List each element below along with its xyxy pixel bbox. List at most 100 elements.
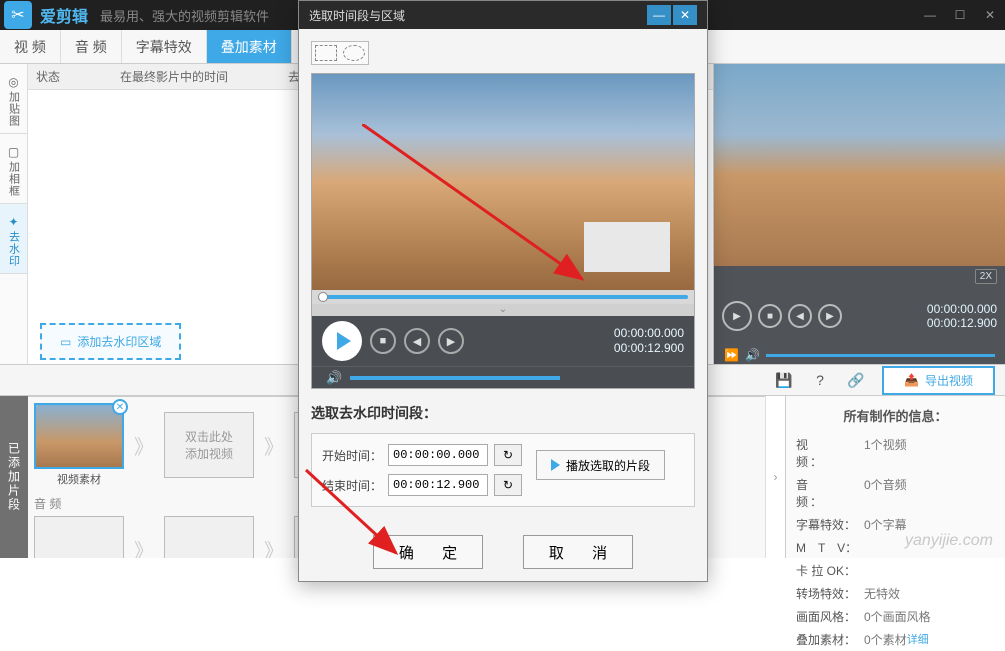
share-icon[interactable]: 🔗 — [846, 370, 866, 390]
fast-forward-icon[interactable]: ⏩ — [724, 348, 739, 362]
info-key: 画面风格： — [796, 608, 864, 625]
watermark-region-handle[interactable] — [584, 222, 670, 272]
clip-remove-button[interactable]: ✕ — [112, 399, 128, 415]
audio-clip-empty[interactable] — [164, 516, 254, 558]
save-icon[interactable]: 💾 — [774, 370, 794, 390]
dialog-controls: ■ ◀ ▶ 00:00:00.000 00:00:12.900 — [312, 316, 694, 366]
end-time-label: 结束时间： — [322, 477, 382, 494]
info-key: 转场特效： — [796, 585, 864, 602]
next-frame-button[interactable]: ▶ — [818, 304, 842, 328]
dialog-next-frame-button[interactable]: ▶ — [438, 328, 464, 354]
dialog-minimize-button[interactable]: — — [647, 5, 671, 25]
ok-button[interactable]: 确 定 — [373, 535, 483, 569]
app-logo-icon: ✂ — [4, 1, 32, 29]
play-button[interactable]: ▶ — [722, 301, 752, 331]
dashed-rect-icon: ▭ — [60, 335, 71, 349]
sidebar-item-sticker[interactable]: ◎ 加贴图 — [0, 64, 27, 134]
dialog-time-current: 00:00:00.000 — [614, 326, 684, 341]
time-display: 00:00:00.000 00:00:12.900 — [927, 302, 997, 331]
cancel-button[interactable]: 取 消 — [523, 535, 633, 569]
clip-placeholder-label: 双击此处 添加视频 — [185, 428, 233, 462]
col-time: 在最终影片中的时间 — [120, 68, 228, 85]
audio-clip-empty[interactable] — [34, 516, 124, 558]
info-val: 0个素材 — [864, 631, 907, 648]
stop-button[interactable]: ■ — [758, 304, 782, 328]
scrub-thumb[interactable] — [318, 292, 328, 302]
start-time-label: 开始时间： — [322, 447, 382, 464]
grab-end-time-button[interactable]: ↻ — [494, 474, 522, 496]
close-button[interactable]: ✕ — [975, 0, 1005, 30]
start-time-input[interactable] — [388, 444, 488, 466]
info-key: 字幕特效： — [796, 516, 864, 533]
minimize-button[interactable]: — — [915, 0, 945, 30]
time-current: 00:00:00.000 — [927, 302, 997, 316]
expand-timeline-button[interactable]: ⌄ — [312, 304, 694, 316]
info-key: M T V： — [796, 539, 864, 556]
volume-slider[interactable] — [766, 354, 995, 357]
preview-canvas[interactable] — [714, 64, 1005, 266]
dialog-stop-button[interactable]: ■ — [370, 328, 396, 354]
sidebar-item-label: 加贴图 — [6, 91, 22, 127]
preview-controls: ▶ ■ ◀ ▶ 00:00:00.000 00:00:12.900 — [714, 286, 1005, 346]
time-total: 00:00:12.900 — [927, 316, 997, 330]
time-form: 开始时间： ↻ 结束时间： ↻ 播放选取的片段 — [311, 433, 695, 507]
play-segment-button[interactable]: 播放选取的片段 — [536, 450, 665, 480]
info-val: 无特效 — [864, 585, 900, 602]
info-val: 1个视频 — [864, 436, 907, 470]
clip-thumbnail[interactable]: ✕ — [34, 403, 124, 469]
export-label: 导出视频 — [925, 372, 973, 389]
tab-overlay[interactable]: 叠加素材 — [207, 30, 292, 63]
volume-icon[interactable]: 🔊 — [745, 348, 760, 362]
chevron-right-icon: 》 — [130, 431, 158, 460]
segment-title: 选取去水印时间段： — [311, 403, 695, 423]
add-watermark-region-button[interactable]: ▭ 添加去水印区域 — [40, 323, 181, 360]
end-time-input[interactable] — [388, 474, 488, 496]
dialog-play-button[interactable] — [322, 321, 362, 361]
clip-caption: 视频素材 — [34, 471, 124, 487]
sidebar-item-watermark[interactable]: ✦ 去水印 — [0, 204, 27, 274]
tab-video[interactable]: 视 频 — [0, 30, 61, 63]
clips-pager-next[interactable]: › — [765, 396, 785, 558]
info-key: 卡 拉 OK： — [796, 562, 864, 579]
tab-subtitle[interactable]: 字幕特效 — [122, 30, 207, 63]
volume-icon[interactable]: 🔊 — [326, 370, 342, 386]
time-region-dialog: 选取时间段与区域 — ✕ ⌄ ■ ◀ — [298, 0, 708, 582]
app-tagline: 最易用、强大的视频剪辑软件 — [100, 6, 269, 25]
help-icon[interactable]: ? — [810, 370, 830, 390]
maximize-button[interactable]: ☐ — [945, 0, 975, 30]
dialog-prev-frame-button[interactable]: ◀ — [404, 328, 430, 354]
dialog-preview-wrap: ⌄ ■ ◀ ▶ 00:00:00.000 00:00:12.900 🔊 — [311, 73, 695, 389]
info-title: 所有制作的信息： — [796, 402, 995, 433]
dialog-volume-slider[interactable] — [350, 376, 560, 380]
info-more-link[interactable]: 详细 — [907, 631, 929, 648]
sidebar: ◎ 加贴图 ▢ 加相框 ✦ 去水印 — [0, 64, 28, 364]
dialog-titlebar[interactable]: 选取时间段与区域 — ✕ — [299, 1, 707, 29]
info-key: 视 频： — [796, 436, 864, 470]
chevron-right-icon: 》 — [260, 431, 288, 460]
export-button[interactable]: 📤 导出视频 — [882, 366, 995, 395]
oval-shape-button[interactable] — [343, 45, 365, 61]
dialog-scrubber[interactable] — [312, 290, 694, 304]
tab-audio[interactable]: 音 频 — [61, 30, 122, 63]
page-watermark: yanyijie.com — [905, 532, 993, 550]
dialog-preview-canvas[interactable] — [312, 74, 694, 290]
clips-section-label: 已添加片段 — [6, 442, 23, 512]
frame-icon: ▢ — [8, 145, 19, 159]
clip-placeholder[interactable]: 双击此处 添加视频 — [164, 412, 254, 478]
sidebar-item-frame[interactable]: ▢ 加相框 — [0, 134, 27, 204]
sidebar-item-label: 去水印 — [6, 231, 22, 267]
dialog-close-button[interactable]: ✕ — [673, 5, 697, 25]
add-region-label: 添加去水印区域 — [77, 333, 161, 350]
dialog-time-display: 00:00:00.000 00:00:12.900 — [614, 326, 684, 356]
chevron-right-icon: 》 — [260, 535, 288, 559]
grab-start-time-button[interactable]: ↻ — [494, 444, 522, 466]
app-name: 爱剪辑 — [40, 3, 88, 27]
info-val: 0个字幕 — [864, 516, 907, 533]
audio-row-label: 音 频 — [34, 495, 82, 512]
rect-shape-button[interactable] — [315, 45, 337, 61]
info-val: 0个音频 — [864, 476, 907, 510]
speed-badge[interactable]: 2X — [975, 269, 997, 284]
export-icon: 📤 — [904, 373, 919, 387]
prev-frame-button[interactable]: ◀ — [788, 304, 812, 328]
dialog-time-total: 00:00:12.900 — [614, 341, 684, 356]
